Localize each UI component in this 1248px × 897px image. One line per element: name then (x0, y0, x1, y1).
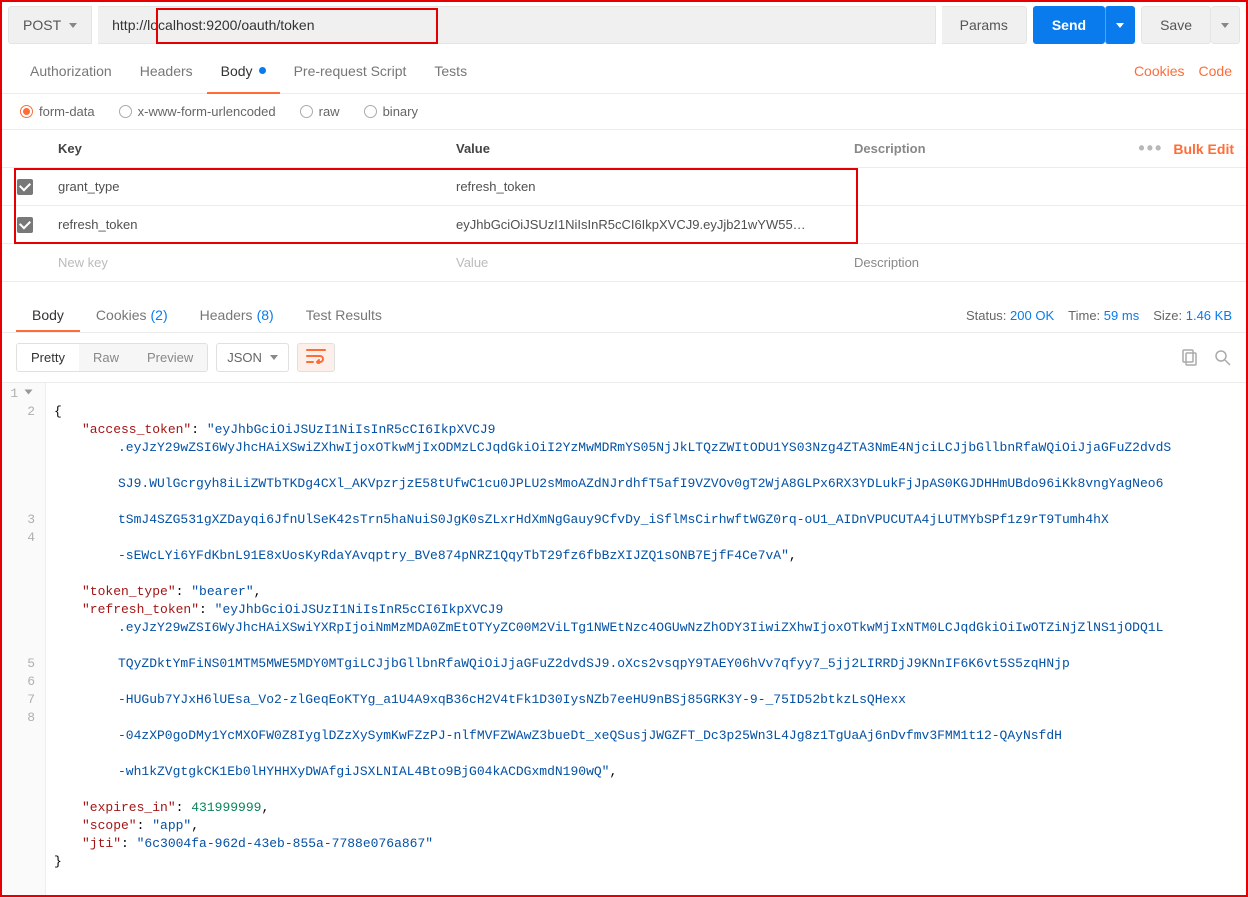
kv-value-placeholder[interactable]: Value (446, 255, 844, 270)
search-icon[interactable] (1214, 349, 1232, 367)
copy-icon[interactable] (1182, 349, 1200, 367)
response-body-viewer[interactable]: 1 2 3 4 5 6 7 8 { "access_token": "eyJhb… (2, 382, 1246, 895)
kv-header-row: Key Value Description ••• Bulk Edit (2, 130, 1246, 168)
kv-header-value: Value (446, 141, 844, 156)
kv-header-description: Description (844, 141, 1126, 156)
resp-tab-cookies[interactable]: Cookies (2) (80, 298, 184, 332)
time-label: Time: (1068, 308, 1100, 323)
unsaved-dot-icon (259, 67, 266, 74)
chevron-down-icon (270, 355, 278, 360)
kv-key-cell[interactable]: grant_type (48, 179, 446, 194)
json-code[interactable]: { "access_token": "eyJhbGciOiJSUzI1NiIsI… (46, 383, 1246, 895)
save-dropdown-button[interactable] (1211, 6, 1240, 44)
save-button[interactable]: Save (1141, 6, 1211, 44)
send-button[interactable]: Send (1033, 6, 1105, 44)
code-link[interactable]: Code (1199, 63, 1232, 79)
chevron-down-icon (1221, 23, 1229, 28)
cookies-link[interactable]: Cookies (1134, 63, 1185, 79)
status-value: 200 OK (1010, 308, 1054, 323)
size-label: Size: (1153, 308, 1182, 323)
chevron-down-icon (69, 23, 77, 28)
time-value: 59 ms (1104, 308, 1139, 323)
checkbox-icon[interactable] (17, 217, 33, 233)
radio-icon (364, 105, 377, 118)
send-dropdown-button[interactable] (1105, 6, 1135, 44)
tab-tests[interactable]: Tests (420, 48, 481, 93)
view-preview-button[interactable]: Preview (133, 344, 207, 371)
params-button[interactable]: Params (942, 6, 1027, 44)
url-input[interactable] (98, 6, 935, 44)
kv-value-cell[interactable]: refresh_token (446, 179, 844, 194)
http-method-label: POST (23, 17, 61, 33)
table-row-new[interactable]: New key Value Description (2, 244, 1246, 282)
kv-key-cell[interactable]: refresh_token (48, 217, 446, 232)
radio-form-data[interactable]: form-data (20, 104, 95, 119)
tab-prerequest[interactable]: Pre-request Script (280, 48, 421, 93)
table-row[interactable]: refresh_token eyJhbGciOiJSUzI1NiIsInR5cC… (2, 206, 1246, 244)
http-method-select[interactable]: POST (8, 6, 92, 44)
wrap-lines-button[interactable] (297, 343, 335, 372)
kv-header-key: Key (48, 141, 446, 156)
more-icon[interactable]: ••• (1138, 138, 1163, 159)
radio-urlencoded[interactable]: x-www-form-urlencoded (119, 104, 276, 119)
bulk-edit-link[interactable]: Bulk Edit (1173, 141, 1234, 157)
radio-icon (119, 105, 132, 118)
view-raw-button[interactable]: Raw (79, 344, 133, 371)
fold-icon[interactable] (25, 390, 33, 395)
resp-tab-headers[interactable]: Headers (8) (184, 298, 290, 332)
radio-binary[interactable]: binary (364, 104, 418, 119)
radio-icon (20, 105, 33, 118)
tab-body[interactable]: Body (207, 48, 280, 93)
view-pretty-button[interactable]: Pretty (17, 344, 79, 371)
chevron-down-icon (1116, 23, 1124, 28)
tab-headers[interactable]: Headers (126, 48, 207, 93)
resp-tab-body[interactable]: Body (16, 298, 80, 332)
radio-raw[interactable]: raw (300, 104, 340, 119)
tab-authorization[interactable]: Authorization (16, 48, 126, 93)
kv-desc-placeholder[interactable]: Description (844, 255, 1126, 270)
resp-tab-test-results[interactable]: Test Results (290, 298, 398, 332)
kv-key-placeholder[interactable]: New key (48, 255, 446, 270)
kv-value-cell[interactable]: eyJhbGciOiJSUzI1NiIsInR5cCI6IkpXVCJ9.eyJ… (446, 217, 844, 232)
format-select[interactable]: JSON (216, 343, 289, 372)
radio-icon (300, 105, 313, 118)
format-label: JSON (227, 350, 262, 365)
view-mode-segment: Pretty Raw Preview (16, 343, 208, 372)
wrap-icon (306, 348, 326, 364)
checkbox-icon[interactable] (17, 179, 33, 195)
size-value: 1.46 KB (1186, 308, 1232, 323)
line-gutter: 1 2 3 4 5 6 7 8 (2, 383, 46, 895)
tab-body-label: Body (221, 63, 253, 79)
status-label: Status: (966, 308, 1006, 323)
table-row[interactable]: grant_type refresh_token (2, 168, 1246, 206)
